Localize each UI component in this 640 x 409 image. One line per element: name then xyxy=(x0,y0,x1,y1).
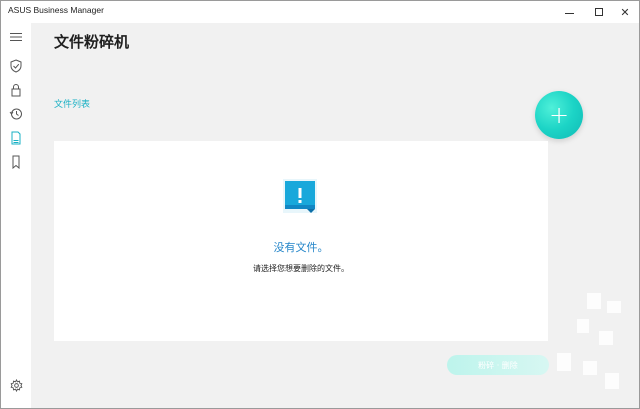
app-window: ASUS Business Manager ✕ 文件粉碎机 文件列表 + 没有文… xyxy=(0,0,640,409)
empty-state-title: 没有文件。 xyxy=(273,241,329,254)
watermark-block xyxy=(607,301,621,313)
menu-icon[interactable] xyxy=(8,29,24,45)
watermark-block xyxy=(557,353,571,371)
watermark-block xyxy=(605,373,619,389)
document-icon[interactable] xyxy=(8,130,24,146)
bookmark-icon[interactable] xyxy=(8,154,24,170)
maximize-button[interactable] xyxy=(585,1,613,23)
minimize-button[interactable] xyxy=(555,1,583,23)
title-bar: ASUS Business Manager ✕ xyxy=(1,1,639,23)
shred-delete-label: 粉碎 · 删除 xyxy=(478,360,518,370)
shred-delete-button[interactable]: 粉碎 · 删除 xyxy=(447,355,549,375)
add-file-button[interactable]: + xyxy=(535,91,583,139)
app-title: ASUS Business Manager xyxy=(8,5,104,15)
shield-check-icon[interactable] xyxy=(8,58,24,74)
watermark-block xyxy=(587,293,601,309)
file-list-panel: 没有文件。 请选择您想要删除的文件。 xyxy=(54,141,548,341)
document-alert-icon xyxy=(283,179,317,213)
plus-icon: + xyxy=(548,101,570,129)
watermark-block xyxy=(577,319,589,333)
history-icon[interactable] xyxy=(8,106,24,122)
maximize-icon xyxy=(595,8,603,16)
empty-state-subtitle: 请选择您想要删除的文件。 xyxy=(253,264,349,273)
lock-icon[interactable] xyxy=(8,82,24,98)
left-nav-rail xyxy=(1,23,31,408)
main-content: 文件粉碎机 文件列表 + 没有文件。 请选择您想要删除的文件。 粉碎 · 删除 xyxy=(31,23,639,408)
file-list-label: 文件列表 xyxy=(54,100,91,110)
close-icon: ✕ xyxy=(620,5,630,19)
page-title: 文件粉碎机 xyxy=(54,33,130,51)
close-button[interactable]: ✕ xyxy=(611,1,639,23)
gear-icon[interactable] xyxy=(8,377,24,393)
minimize-icon xyxy=(564,12,574,14)
watermark-block xyxy=(583,361,597,375)
watermark-block xyxy=(599,331,613,345)
